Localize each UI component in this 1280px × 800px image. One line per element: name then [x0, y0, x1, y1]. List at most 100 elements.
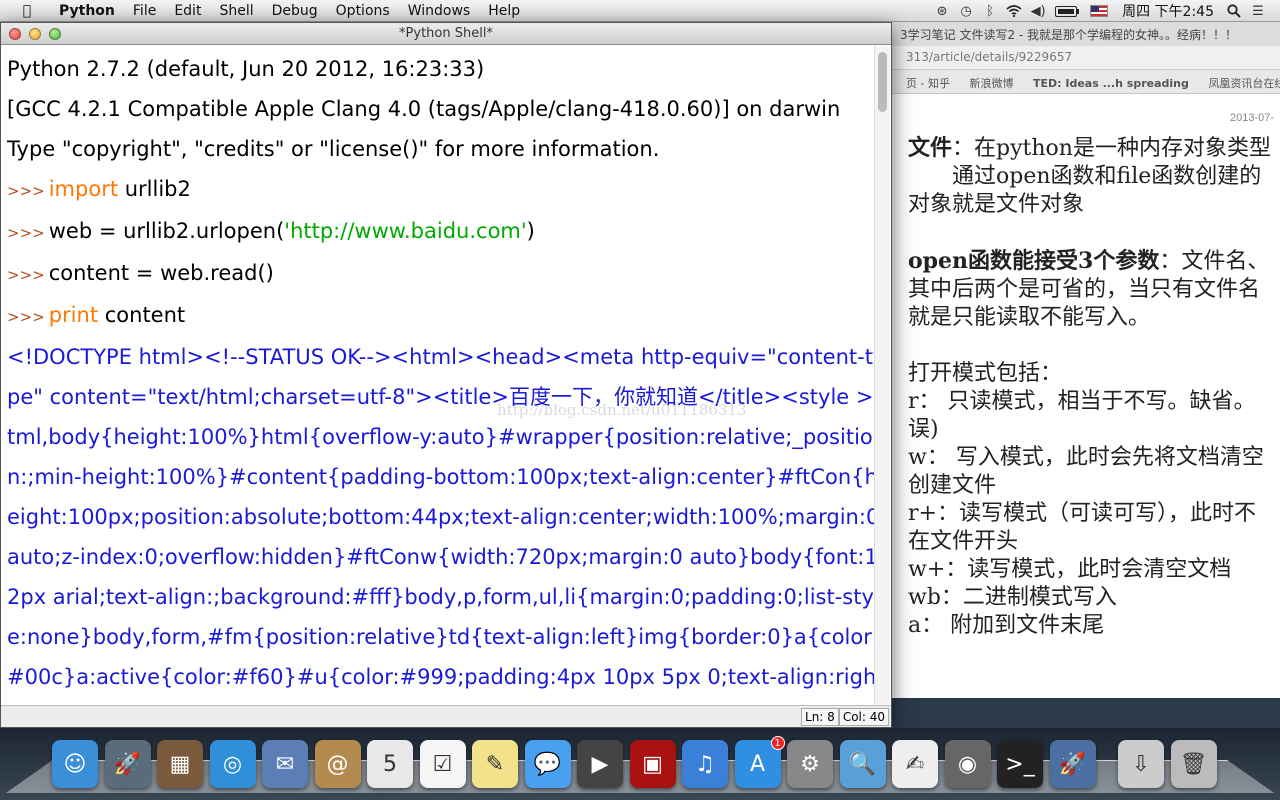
article-line: w+：读写模式，此时会清空文档 [908, 556, 1280, 584]
article-line: 就是只能读取不能写入。 [908, 304, 1280, 332]
downloads-icon[interactable]: ⇩ [1118, 740, 1164, 788]
menu-edit[interactable]: Edit [165, 3, 210, 19]
finder-icon[interactable]: ☺ [52, 740, 98, 788]
command-line: >>> content = web.read() [7, 253, 887, 295]
article-line: 打开模式包括： [908, 360, 1280, 388]
article-text: 对象就是文件对象 [908, 192, 1085, 217]
article-text: 在文件开头 [908, 529, 1019, 554]
banner-line: Python 2.7.2 (default, Jun 20 2012, 16:2… [7, 57, 485, 81]
safari-icon[interactable]: ◎ [209, 740, 256, 788]
article-text: r： 只读模式，相当于不写。缺省。 [908, 389, 1256, 414]
window-title: *Python Shell* [399, 26, 493, 41]
article-line: 对象就是文件对象 [908, 191, 1280, 219]
article-line: wb：二进制模式写入 [908, 584, 1280, 612]
close-button[interactable] [9, 28, 21, 40]
article-text: 打开模式包括： [908, 361, 1063, 386]
menu-debug[interactable]: Debug [263, 3, 327, 19]
volume-icon[interactable]: ◀) [1026, 0, 1050, 22]
browser-tab-title[interactable]: 3学习笔记 文件读写2 - 我就是那个学编程的女神。。经病！！！ [892, 22, 1280, 46]
python-launcher-icon[interactable]: 🚀 [1049, 740, 1096, 788]
facetime-icon[interactable]: ▶ [577, 740, 623, 788]
article-bold-text: open函数能接受3个参数 [908, 248, 1160, 274]
menu-python[interactable]: Python [50, 3, 124, 19]
itunes-icon[interactable]: ♫ [682, 740, 728, 788]
apple-menu-icon[interactable]:  [16, 3, 38, 19]
command-line: >>> print content [7, 295, 887, 337]
calendar-icon[interactable]: 5 [367, 740, 413, 788]
wifi-icon[interactable] [1002, 0, 1026, 22]
mission-control-icon[interactable]: ▦ [157, 740, 203, 788]
preview-icon[interactable]: 🔍 [839, 740, 886, 788]
zoom-button[interactable] [49, 28, 61, 40]
mail-icon[interactable]: ✉ [262, 740, 308, 788]
column-number: Col: 40 [838, 708, 889, 726]
article-text: a： 附加到文件末尾 [908, 613, 1105, 638]
shell-console[interactable]: Python 2.7.2 (default, Jun 20 2012, 16:2… [7, 49, 887, 703]
trash-icon[interactable]: 🗑 [1170, 740, 1217, 788]
article-bold-text: 文件 [908, 135, 953, 161]
minimize-button[interactable] [29, 28, 41, 40]
article-text: 就是只能读取不能写入。 [908, 305, 1151, 330]
article-text: w+：读写模式，此时会清空文档 [908, 557, 1232, 582]
article-body: 文件：在python是一种内存对象类型 通过open函数和file函数创建的 对象… [908, 134, 1280, 640]
input-source-flag-icon[interactable] [1084, 0, 1114, 22]
bookmark-phoenix[interactable]: 凤凰资讯台在线直播 [1208, 77, 1280, 90]
article-line: w： 写入模式，此时会先将文档清空 [908, 444, 1280, 472]
bookmark-zhihu[interactable]: 页 - 知乎 [906, 77, 950, 90]
notification-badge: 1 [770, 736, 785, 750]
reminders-icon[interactable]: ☑ [419, 740, 466, 788]
image-capture-icon[interactable]: ◉ [944, 740, 991, 788]
article-text: 误) [908, 417, 939, 442]
menu-help[interactable]: Help [479, 3, 529, 19]
dock: ☺ 🚀 ▦ ◎ ✉ @5 ☑ ✎ 💬 ▶ ▣ ♫ A 1 ⚙ 🔍 ✍ ◉ >_ 🚀 ⇩ 🗑 [0, 728, 1280, 800]
prompt: >>> [7, 308, 45, 326]
python-shell-window: *Python Shell* Python 2.7.2 (default, Ju… [0, 22, 892, 728]
article-page: 2013-07- 文件：在python是一种内存对象类型 通过open函数和fi… [892, 94, 1280, 698]
textedit-icon[interactable]: ✍ [892, 740, 938, 788]
notes-icon[interactable]: ✎ [472, 740, 518, 788]
terminal-icon[interactable]: >_ [997, 740, 1043, 788]
sync-icon[interactable]: ⊛ [930, 0, 954, 22]
contacts-icon[interactable]: @ [314, 740, 361, 788]
launchpad-icon[interactable]: 🚀 [104, 740, 151, 788]
battery-icon[interactable] [1050, 0, 1084, 22]
bookmark-weibo[interactable]: 新浪微博 [969, 77, 1013, 90]
string-literal: 'http://www.baidu.com' [284, 219, 527, 243]
article-text: ：文件名、 [1159, 249, 1270, 274]
article-line: 误) [908, 416, 1280, 444]
article-line [908, 332, 1280, 360]
article-text [908, 220, 915, 245]
article-text: wb：二进制模式写入 [908, 585, 1117, 610]
article-line: r： 只读模式，相当于不写。缺省。 [908, 388, 1280, 416]
watermark: http://blog.csdn.net/u011186313 [497, 401, 747, 419]
prompt: >>> [7, 266, 45, 284]
menu-clock[interactable]: 周四 下午2:45 [1114, 1, 1222, 21]
notification-center-icon[interactable]: ☰ [1246, 0, 1270, 22]
window-titlebar[interactable]: *Python Shell* [1, 23, 891, 45]
menu-file[interactable]: File [124, 3, 165, 19]
dock-icons: ☺ 🚀 ▦ ◎ ✉ @5 ☑ ✎ 💬 ▶ ▣ ♫ A 1 ⚙ 🔍 ✍ ◉ >_ 🚀 ⇩ 🗑 [0, 728, 1280, 800]
menu-options[interactable]: Options [327, 3, 399, 19]
photo-booth-icon[interactable]: ▣ [629, 740, 676, 788]
status-menus: ⊛ ◷ ᛒ ◀) 周四 下午2:45 ☰ [930, 0, 1280, 22]
system-preferences-icon[interactable]: ⚙ [787, 740, 833, 788]
menu-bar:  Python File Edit Shell Debug Options W… [0, 0, 1280, 22]
keyword: print [48, 303, 99, 327]
browser-window: 3学习笔记 文件读写2 - 我就是那个学编程的女神。。经病！！！ 313/art… [892, 22, 1280, 698]
article-text: 通过open函数和file函数创建的 [908, 164, 1262, 189]
menu-shell[interactable]: Shell [210, 3, 262, 19]
article-text: w： 写入模式，此时会先将文档清空 [908, 445, 1264, 470]
keyword: import [48, 177, 119, 201]
bookmarks-bar: 页 - 知乎 新浪微博 TED: Ideas ...h spreading 凤凰… [892, 70, 1280, 94]
bluetooth-icon[interactable]: ᛒ [978, 0, 1002, 22]
menu-windows[interactable]: Windows [399, 3, 480, 19]
address-bar[interactable]: 313/article/details/9229657 [892, 46, 1280, 70]
spotlight-search-icon[interactable] [1222, 0, 1246, 22]
article-text: 创建文件 [908, 473, 997, 498]
app-store-icon[interactable]: A1 [734, 736, 785, 788]
messages-icon[interactable]: 💬 [524, 740, 571, 788]
time-machine-icon[interactable]: ◷ [954, 0, 978, 22]
vertical-scrollbar[interactable] [874, 46, 890, 706]
scrollbar-thumb[interactable] [878, 52, 887, 112]
bookmark-ted[interactable]: TED: Ideas ...h spreading [1033, 77, 1189, 90]
